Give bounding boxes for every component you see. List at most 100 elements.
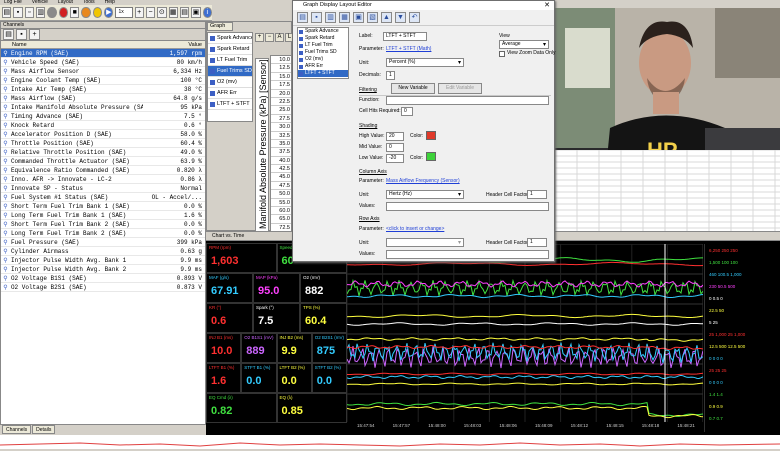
- info-icon[interactable]: i: [202, 7, 212, 18]
- gauge-label: INJ B1 (ms): [209, 335, 233, 340]
- zoom-fit-icon[interactable]: ⊙: [157, 7, 167, 18]
- channel-name: Mass Airflow (SAE): [10, 94, 76, 102]
- graph-list-item[interactable]: LTFT + STFT: [208, 99, 252, 110]
- editor-open-icon[interactable]: ▤: [297, 12, 308, 23]
- zoom-in-icon[interactable]: +: [134, 7, 144, 18]
- low-color-swatch[interactable]: [426, 152, 436, 161]
- stop-icon[interactable]: ■: [70, 7, 80, 18]
- close-icon[interactable]: ✕: [544, 1, 550, 10]
- vcm-icon[interactable]: ▣: [191, 7, 201, 18]
- gauge[interactable]: STFT B1 (%) 0.0: [241, 363, 277, 393]
- channel-link-icon: ⚲: [3, 193, 8, 201]
- low-input[interactable]: -20: [386, 154, 404, 163]
- tab-channels[interactable]: Channels: [2, 425, 32, 434]
- gauge[interactable]: RPM (rpm) 1,603: [206, 243, 277, 273]
- undo-icon[interactable]: ↶: [409, 12, 420, 23]
- editor-list-item[interactable]: Fuel Trims SD: [298, 49, 348, 56]
- editor-save-icon[interactable]: ▪: [311, 12, 322, 23]
- row-parameter-link[interactable]: <click to insert or change>: [386, 226, 444, 233]
- graph-add-button[interactable]: +: [255, 33, 264, 42]
- graph-list-item[interactable]: Spark Advance: [208, 33, 252, 44]
- gauge[interactable]: O2 B2S1 (mV) 875: [311, 333, 347, 363]
- view-zoom-checkbox[interactable]: [499, 51, 505, 57]
- zoom-out-icon[interactable]: −: [145, 7, 156, 18]
- channel-open-icon[interactable]: ▤: [3, 29, 14, 40]
- col-values-input[interactable]: [386, 202, 549, 211]
- channel-value: 9.9 ms: [180, 265, 202, 273]
- record-gray-icon[interactable]: [47, 7, 57, 18]
- gauge[interactable]: O2 (mV) 882: [300, 273, 347, 303]
- column-value[interactable]: Value: [143, 41, 205, 48]
- gauge[interactable]: O2 B1S1 (mV) 889: [241, 333, 277, 363]
- save-icon[interactable]: ▪: [13, 7, 23, 18]
- editor-delete-icon[interactable]: ▣: [353, 12, 364, 23]
- editor-list-item[interactable]: LTFT + STFT: [298, 70, 348, 77]
- graph-list-item[interactable]: LT Fuel Trim: [208, 55, 252, 66]
- high-input[interactable]: 20: [386, 132, 404, 141]
- parameter-link[interactable]: LTFT + STFT (Math): [386, 46, 431, 53]
- editor-list-item[interactable]: Spark Retard: [298, 35, 348, 42]
- editor-add-icon[interactable]: ▥: [325, 12, 336, 23]
- editor-list-item[interactable]: O2 (mv): [298, 56, 348, 63]
- play-icon[interactable]: ▶: [104, 7, 114, 18]
- gauge[interactable]: LTFT B2 (%) 0.0: [276, 363, 312, 393]
- gauge[interactable]: EQ Cmd (λ) 0.82: [206, 393, 277, 423]
- gauge[interactable]: INJ B2 (ms) 9.9: [276, 333, 312, 363]
- export-icon[interactable]: ▥: [36, 7, 46, 18]
- graph-list-item[interactable]: AFR Err: [208, 88, 252, 99]
- new-variable-button[interactable]: New Variable: [391, 83, 435, 94]
- edit-variable-button[interactable]: Edit Variable: [438, 83, 482, 94]
- row-unit-select[interactable]: [386, 238, 464, 247]
- tab-details[interactable]: Details: [32, 425, 56, 434]
- open-icon[interactable]: ▤: [2, 7, 12, 18]
- gauge[interactable]: KR (°) 0.6: [206, 303, 253, 333]
- gauge[interactable]: MAP (kPa) 95.0: [253, 273, 300, 303]
- row-values-input[interactable]: [386, 250, 549, 259]
- graph-list-item[interactable]: O2 (mv): [208, 77, 252, 88]
- layout-icon[interactable]: ▦: [168, 7, 178, 18]
- gauge[interactable]: Spark (°) 7.5: [253, 303, 300, 333]
- move-down-icon[interactable]: ▼: [395, 12, 406, 23]
- gauge[interactable]: EQ (λ) 0.85: [276, 393, 347, 423]
- unit-select[interactable]: Percent (%): [386, 58, 464, 67]
- gauge[interactable]: MAF (g/s) 67.91: [206, 273, 253, 303]
- channel-save-icon[interactable]: ▪: [16, 29, 27, 40]
- graph-a-button[interactable]: A: [275, 33, 284, 42]
- label-input[interactable]: LTFT + STFT: [383, 32, 427, 41]
- row-header-factor-input[interactable]: 1: [527, 238, 547, 247]
- zoom-select[interactable]: 1x: [115, 7, 133, 18]
- col-unit-select[interactable]: Hertz (Hz): [386, 190, 464, 199]
- function-input[interactable]: [386, 96, 549, 105]
- col-parameter-link[interactable]: Mass Airflow Frequency (Sensor): [386, 178, 460, 185]
- editor-copy-icon[interactable]: ▦: [339, 12, 350, 23]
- gauge[interactable]: TPS (%) 60.4: [300, 303, 347, 333]
- tab-graph[interactable]: Graph: [207, 22, 233, 31]
- gauge[interactable]: STFT B2 (%) 0.0: [311, 363, 347, 393]
- gauge[interactable]: LTFT B1 (%) 1.6: [206, 363, 242, 393]
- view-select[interactable]: Average: [499, 40, 549, 49]
- move-up-icon[interactable]: ▲: [381, 12, 392, 23]
- table-icon[interactable]: ▤: [179, 7, 190, 18]
- channel-row[interactable]: ⚲ O2 Voltage B2S1 (SAE) 0.873 V: [1, 283, 205, 292]
- cell-hits-input[interactable]: 0: [401, 107, 413, 116]
- decimals-input[interactable]: 1: [386, 71, 395, 80]
- editor-list-item[interactable]: Spark Advance: [298, 28, 348, 35]
- editor-list-item[interactable]: LT Fuel Trim: [298, 42, 348, 49]
- plot-area[interactable]: [346, 243, 704, 426]
- header-factor-input[interactable]: 1: [527, 190, 547, 199]
- graph-list-item[interactable]: Fuel Trims SD: [208, 66, 252, 77]
- graph-list-item[interactable]: Spark Retard: [208, 44, 252, 55]
- editor-grid-icon[interactable]: ▧: [367, 12, 378, 23]
- high-color-swatch[interactable]: [426, 131, 436, 140]
- scan-icon[interactable]: [81, 7, 91, 18]
- channel-add-icon[interactable]: +: [29, 29, 40, 40]
- column-name[interactable]: Name: [10, 41, 143, 48]
- record-icon[interactable]: [58, 7, 69, 18]
- new-icon[interactable]: ▫: [24, 7, 35, 18]
- gauge[interactable]: INJ B1 (ms) 10.0: [206, 333, 242, 363]
- vehicle-icon[interactable]: [92, 7, 103, 18]
- mid-input[interactable]: 0: [386, 143, 404, 152]
- editor-list-item[interactable]: AFR Err: [298, 63, 348, 70]
- graph-remove-button[interactable]: −: [265, 33, 274, 42]
- gauge-label: Spark (°): [256, 305, 274, 310]
